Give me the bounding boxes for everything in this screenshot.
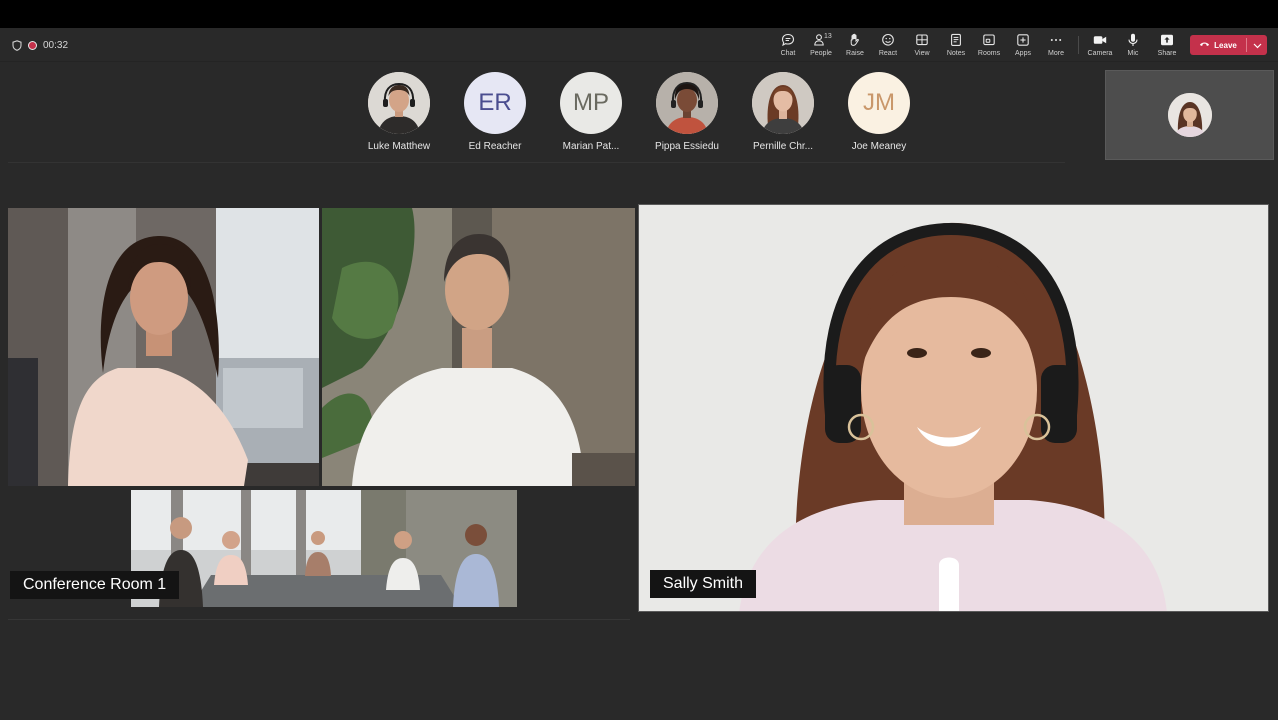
participant-pippa-essiedu[interactable]: Pippa Essiedu: [639, 72, 735, 156]
participant-name: Luke Matthew: [367, 141, 431, 152]
participant-name: Pippa Essiedu: [655, 141, 719, 152]
notes-label: Notes: [946, 50, 966, 57]
notes-icon: [948, 32, 964, 48]
raise-label: Raise: [846, 50, 864, 57]
participant-marian[interactable]: MP Marian Pat...: [543, 72, 639, 156]
participant-name: Marian Pat...: [562, 141, 620, 152]
meeting-top-bar: 00:32 Chat 13 People Raise React View No…: [0, 28, 1278, 62]
people-count-badge: 13: [824, 33, 832, 40]
participant-name: Joe Meaney: [851, 141, 907, 152]
avatar: [752, 72, 814, 134]
grid-view-icon: [914, 32, 930, 48]
microphone-icon: [1125, 32, 1141, 48]
avatar: JM: [848, 72, 910, 134]
people-label: People: [810, 50, 832, 57]
rooms-icon: [981, 32, 997, 48]
leave-label: Leave: [1214, 40, 1237, 50]
rooms-label: Rooms: [977, 50, 1001, 57]
leave-button[interactable]: Leave: [1190, 35, 1267, 55]
chat-icon: [780, 32, 796, 48]
avatar: MP: [560, 72, 622, 134]
avatar: ER: [464, 72, 526, 134]
video-tile-conference-room[interactable]: [131, 490, 517, 607]
chat-button[interactable]: Chat: [772, 30, 804, 60]
leave-main-action[interactable]: Leave: [1190, 35, 1246, 55]
active-speaker-name-tag: Sally Smith: [650, 570, 757, 598]
camera-icon: [1092, 32, 1108, 48]
conference-room-name-tag: Conference Room 1: [10, 571, 180, 599]
hand-icon: [847, 32, 863, 48]
avatar: [368, 72, 430, 134]
chevron-down-icon: [1253, 36, 1262, 54]
active-speaker-video-tile[interactable]: [638, 204, 1269, 612]
chat-label: Chat: [780, 50, 796, 57]
camera-button[interactable]: Camera: [1084, 30, 1116, 60]
react-button[interactable]: React: [872, 30, 904, 60]
self-avatar: [1167, 93, 1212, 137]
breakout-rooms-button[interactable]: Rooms: [973, 30, 1005, 60]
raise-hand-button[interactable]: Raise: [839, 30, 871, 60]
meeting-toolbar: Chat 13 People Raise React View Notes Ro…: [0, 30, 1278, 60]
add-app-icon: [1015, 32, 1031, 48]
share-label: Share: [1157, 50, 1177, 57]
camera-label: Camera: [1087, 50, 1113, 57]
meeting-window: 00:32 Chat 13 People Raise React View No…: [0, 28, 1278, 720]
video-tile-participant-1[interactable]: [8, 208, 319, 486]
share-button[interactable]: Share: [1151, 30, 1183, 60]
stage-divider: [8, 619, 630, 620]
self-view-tile[interactable]: [1105, 70, 1274, 160]
react-label: React: [878, 50, 898, 57]
video-tile-participant-2[interactable]: [322, 208, 635, 486]
people-button[interactable]: 13 People: [805, 30, 837, 60]
participant-name: Pernille Chr...: [752, 141, 814, 152]
mic-label: Mic: [1127, 50, 1139, 57]
apps-button[interactable]: Apps: [1007, 30, 1039, 60]
view-label: View: [914, 50, 930, 57]
share-screen-icon: [1159, 32, 1175, 48]
apps-label: Apps: [1015, 50, 1031, 57]
participant-pernille[interactable]: Pernille Chr...: [735, 72, 831, 156]
participant-name: Ed Reacher: [468, 141, 522, 152]
leave-options-button[interactable]: [1247, 35, 1267, 55]
roster-divider: [8, 162, 1065, 163]
avatar: [656, 72, 718, 134]
smiley-icon: [880, 32, 896, 48]
phone-hangup-icon: [1199, 40, 1210, 50]
participant-roster: Luke Matthew ER Ed Reacher MP Marian Pat…: [0, 62, 1278, 162]
participant-ed-reacher[interactable]: ER Ed Reacher: [447, 72, 543, 156]
toolbar-divider: [1078, 36, 1079, 54]
participant-luke-matthew[interactable]: Luke Matthew: [351, 72, 447, 156]
view-button[interactable]: View: [906, 30, 938, 60]
more-button[interactable]: More: [1040, 30, 1072, 60]
more-label: More: [1048, 50, 1064, 57]
notes-button[interactable]: Notes: [940, 30, 972, 60]
mic-button[interactable]: Mic: [1117, 30, 1149, 60]
more-dots-icon: [1048, 32, 1064, 48]
people-icon: 13: [813, 32, 832, 48]
participant-joe-meaney[interactable]: JM Joe Meaney: [831, 72, 927, 156]
